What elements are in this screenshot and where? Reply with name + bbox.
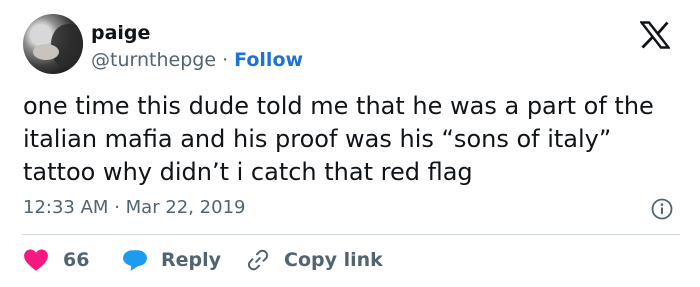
- like-button[interactable]: 66: [23, 246, 89, 274]
- like-count: 66: [63, 249, 90, 271]
- speech-bubble-icon: [123, 250, 147, 271]
- handle-row: @turnthepge · Follow: [91, 48, 303, 72]
- tweet-text: one time this dude told me that he was a…: [23, 92, 654, 186]
- reply-label: Reply: [161, 249, 222, 271]
- link-icon: [247, 249, 269, 271]
- timestamp-separator: ·: [114, 197, 120, 218]
- x-logo-icon[interactable]: [640, 21, 670, 49]
- reply-button[interactable]: Reply: [122, 246, 221, 274]
- copy-link-label: Copy link: [284, 249, 383, 271]
- tweet-date: Mar 22, 2019: [125, 197, 246, 218]
- user-handle[interactable]: @turnthepge: [91, 49, 216, 71]
- copy-link-button[interactable]: Copy link: [246, 246, 383, 274]
- heart-icon: [24, 249, 48, 271]
- tweet-timestamp[interactable]: 12:33 AM · Mar 22, 2019: [23, 196, 246, 220]
- divider: [22, 234, 680, 235]
- info-icon[interactable]: [651, 198, 673, 220]
- display-name[interactable]: paige: [91, 21, 150, 45]
- avatar-photo-highlight: [33, 44, 59, 60]
- avatar[interactable]: [23, 14, 83, 74]
- handle-separator: ·: [222, 49, 229, 71]
- tweet-time: 12:33 AM: [23, 197, 109, 218]
- follow-button[interactable]: Follow: [234, 49, 303, 71]
